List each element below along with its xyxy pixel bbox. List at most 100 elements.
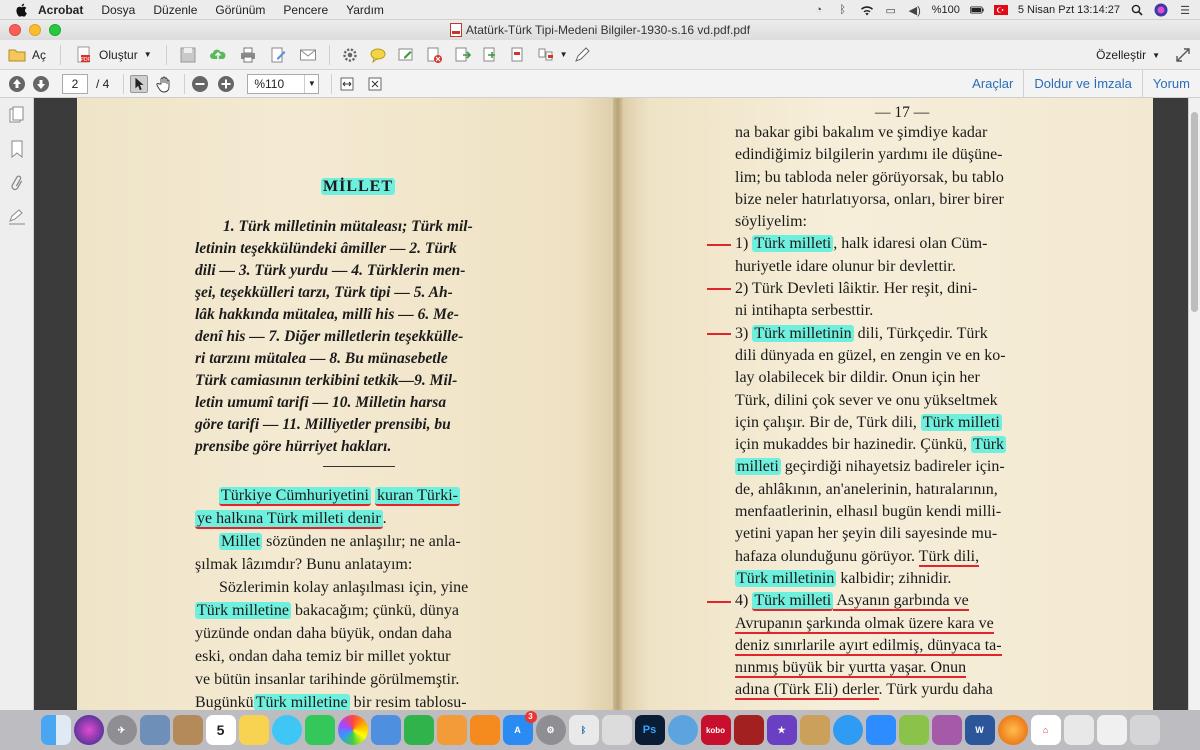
siri-icon[interactable] (1154, 3, 1168, 17)
menu-file[interactable]: Dosya (101, 3, 135, 17)
messages-icon[interactable] (271, 715, 302, 745)
comment-bubble-icon[interactable] (369, 46, 387, 64)
page-number-input[interactable]: 2 (62, 73, 88, 94)
page-thumbnails-icon[interactable] (0, 98, 34, 132)
contacts-icon[interactable] (172, 715, 203, 745)
volume-icon[interactable]: ◀) (908, 4, 922, 17)
kobo-icon[interactable]: kobo (700, 715, 731, 745)
battery-icon[interactable] (969, 4, 984, 16)
spotlight-search-icon[interactable] (1130, 4, 1144, 16)
menu-window[interactable]: Pencere (283, 3, 328, 17)
print-icon[interactable] (239, 46, 257, 64)
menu-help[interactable]: Yardım (346, 3, 384, 17)
zoom-in-icon[interactable] (217, 75, 235, 93)
expand-icon[interactable] (1174, 46, 1192, 64)
summary-line: lâk hakkında mütalea, millî his — 6. Me- (195, 306, 459, 323)
winrar-icon[interactable] (931, 715, 962, 745)
app-store-icon[interactable]: A3 (502, 711, 537, 745)
photos-icon[interactable] (337, 715, 368, 745)
previous-page-icon[interactable] (8, 75, 26, 93)
menu-view[interactable]: Görünüm (215, 3, 265, 17)
menu-edit[interactable]: Düzenle (153, 3, 197, 17)
flag-tr-icon[interactable] (993, 4, 1008, 16)
bookmarks-icon[interactable] (0, 132, 34, 166)
finder-icon[interactable] (40, 715, 71, 745)
next-page-icon[interactable] (32, 75, 50, 93)
highlight-text-icon[interactable] (397, 46, 415, 64)
menu-app-name[interactable]: Acrobat (38, 3, 83, 17)
trash-icon[interactable] (1129, 715, 1160, 745)
scrollbar-thumb[interactable] (1191, 112, 1198, 312)
safari-icon[interactable] (832, 715, 863, 745)
text-line: lay olabilecek bir dildir. Onun için her (735, 369, 980, 387)
attachments-paperclip-icon[interactable] (0, 166, 34, 200)
preview-icon[interactable] (139, 715, 170, 745)
insert-page-icon[interactable] (481, 46, 499, 64)
open-button[interactable]: Aç (0, 43, 54, 67)
documents-stack-icon[interactable] (1096, 715, 1127, 745)
signatures-icon[interactable] (0, 200, 34, 234)
numbers-icon[interactable] (403, 715, 434, 745)
eraser-app-icon[interactable] (601, 715, 632, 745)
zoom-app-icon[interactable] (865, 715, 896, 745)
sign-pen-icon[interactable] (573, 46, 591, 64)
notes-icon[interactable] (238, 715, 269, 745)
zoom-out-icon[interactable] (191, 75, 209, 93)
cloud-upload-icon[interactable] (209, 46, 227, 64)
notification-center-icon[interactable]: ☰ (1178, 4, 1192, 17)
create-button[interactable]: PDF Oluştur ▼ (67, 43, 160, 67)
imovie-icon[interactable]: ★ (766, 715, 797, 745)
text-run: için mukaddes bir hazinedir. Çünkü, (735, 436, 967, 454)
extract-page-icon[interactable] (453, 46, 471, 64)
books-icon[interactable] (469, 715, 500, 745)
keynote-icon[interactable] (370, 715, 401, 745)
fill-sign-link[interactable]: Doldur ve İmzala (1023, 70, 1142, 98)
bluetooth-icon[interactable]: ᛒ (836, 4, 850, 16)
organize-pages-icon[interactable] (537, 46, 555, 64)
photoshop-icon[interactable]: Ps (634, 715, 665, 745)
android-file-transfer-icon[interactable] (898, 715, 929, 745)
launchpad-icon[interactable]: ✈ (106, 715, 137, 745)
pages-icon[interactable] (436, 715, 467, 745)
disk-utility-icon[interactable] (667, 715, 698, 745)
close-window-button[interactable] (9, 24, 21, 36)
siri-dock-icon[interactable] (73, 715, 104, 745)
time-machine-icon[interactable]: ◔ (812, 4, 826, 16)
wifi-icon[interactable] (860, 4, 874, 16)
hand-tool-icon[interactable] (156, 75, 174, 93)
redact-icon[interactable] (509, 46, 527, 64)
email-icon[interactable] (299, 46, 317, 64)
comment-link[interactable]: Yorum (1141, 70, 1200, 98)
summary-line: letinin teşekkülündeki âmiller — 2. Türk (195, 240, 457, 257)
zoom-window-button[interactable] (49, 24, 61, 36)
photo-booth-icon[interactable] (733, 715, 764, 745)
edit-document-icon[interactable] (269, 46, 287, 64)
fit-page-icon[interactable] (366, 75, 384, 93)
vertical-scrollbar[interactable] (1188, 98, 1200, 710)
calendar-icon[interactable]: 5 (205, 715, 236, 745)
bluetooth-file-exchange-icon[interactable]: ᛒ (568, 715, 599, 745)
acrobat-dock-icon[interactable]: ⌂ (1030, 715, 1061, 745)
facetime-icon[interactable] (304, 715, 335, 745)
guitar-app-icon[interactable] (799, 715, 830, 745)
section-divider (323, 466, 395, 467)
apple-menu-icon[interactable] (14, 3, 28, 17)
airplay-icon[interactable]: ▭ (884, 4, 898, 17)
select-cursor-icon[interactable] (130, 74, 149, 93)
customize-label[interactable]: Özelleştir (1096, 48, 1146, 62)
customize-dropdown-icon[interactable]: ▼ (1152, 51, 1160, 60)
firefox-icon[interactable] (997, 715, 1028, 745)
downloads-stack-icon[interactable] (1063, 715, 1094, 745)
document-viewer[interactable]: MİLLET 1. Türk milletinin mütaleası; Tür… (35, 98, 1200, 710)
fit-width-icon[interactable] (338, 75, 356, 93)
clock[interactable]: 5 Nisan Pzt 13:14:27 (1018, 4, 1120, 16)
system-preferences-icon[interactable]: ⚙ (535, 715, 566, 745)
zoom-select[interactable]: %110 ▼ (247, 73, 320, 94)
organize-dropdown-icon[interactable]: ▼ (560, 50, 568, 59)
settings-gear-icon[interactable] (341, 46, 359, 64)
word-icon[interactable]: W (964, 715, 995, 745)
delete-page-icon[interactable] (425, 46, 443, 64)
tools-link[interactable]: Araçlar (962, 70, 1023, 98)
save-icon[interactable] (179, 46, 197, 64)
minimize-window-button[interactable] (29, 24, 41, 36)
